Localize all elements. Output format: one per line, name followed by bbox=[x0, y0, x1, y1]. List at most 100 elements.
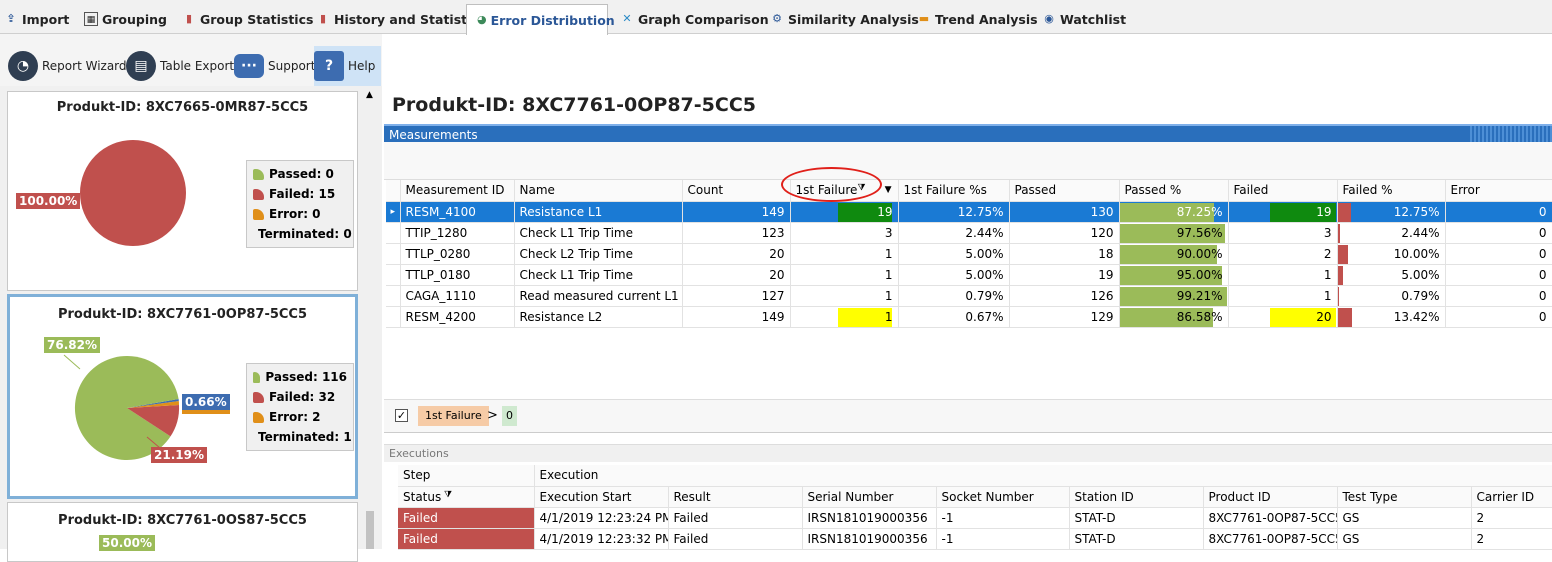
left-panel-scrollbar[interactable]: ▲ bbox=[362, 86, 380, 549]
toolbar: ◔ Report Wizard ▤ Table Export ··· Support … bbox=[0, 34, 382, 86]
row-indicator bbox=[386, 285, 401, 307]
col-count[interactable]: Count bbox=[682, 180, 791, 202]
table-row[interactable]: TTIP_1280 Check L1 Trip Time 123 3 2.44% 120 9… bbox=[386, 222, 1552, 244]
help-button[interactable]: ? Help bbox=[314, 46, 382, 86]
tab-graph-comparison[interactable]: ✕ Graph Comparison bbox=[620, 4, 768, 34]
error-distribution-icon: ◕ bbox=[477, 13, 487, 26]
table-row[interactable]: CAGA_1110 Read measured current L1 127 1 0.7… bbox=[386, 285, 1552, 307]
col-result[interactable]: Result bbox=[668, 486, 803, 508]
cell-first-failure-pct: 5.00% bbox=[898, 264, 1010, 286]
cell-passed: 126 bbox=[1009, 285, 1120, 307]
cell-first-failure: 1 bbox=[790, 264, 899, 286]
cell-execution-start: 4/1/2019 12:23:24 PM bbox=[534, 507, 669, 529]
col-socket-number[interactable]: Socket Number bbox=[936, 486, 1070, 508]
pie-legend: Passed: 0 Failed: 15 Error: 0 Terminated… bbox=[246, 160, 354, 248]
product-card[interactable]: Produkt-ID: 8XC7665-0MR87-5CC5 100.00% P… bbox=[7, 91, 358, 291]
cell-failed: 2 bbox=[1228, 243, 1338, 265]
table-row[interactable]: Failed 4/1/2019 12:23:32 PM Failed IRSN1810… bbox=[398, 528, 1552, 550]
cell-first-failure: 1 bbox=[790, 306, 899, 328]
col-measurement-id[interactable]: Measurement ID bbox=[400, 180, 515, 202]
cell-measurement-id: TTIP_1280 bbox=[400, 222, 515, 244]
sort-desc-icon[interactable]: ▼ bbox=[885, 185, 892, 195]
cell-name: Resistance L2 bbox=[514, 306, 683, 328]
tab-group-statistics[interactable]: ▮ Group Statistics bbox=[182, 4, 313, 34]
measurements-table: Measurement ID Name Count 1st Failure ⧩ ▼ … bbox=[386, 180, 1552, 328]
cell-test-type: GS bbox=[1337, 507, 1472, 529]
filter-operator[interactable]: > bbox=[485, 406, 500, 426]
legend-terminated: Terminated: 0 bbox=[258, 227, 352, 241]
failed-pct-bar bbox=[1337, 265, 1343, 284]
col-station-id[interactable]: Station ID bbox=[1069, 486, 1204, 508]
tab-trend-analysis[interactable]: ▬ Trend Analysis bbox=[917, 4, 1038, 34]
table-row[interactable]: TTLP_0280 Check L2 Trip Time 20 1 5.00% 18 90.… bbox=[386, 243, 1552, 265]
measurements-header: Measurements bbox=[384, 124, 1552, 142]
cell-first-failure-pct: 0.67% bbox=[898, 306, 1010, 328]
cell-passed-pct: 90.00% bbox=[1119, 243, 1229, 265]
col-status[interactable]: Status ⧩ bbox=[398, 486, 535, 508]
tab-history-and-statistics[interactable]: ▮ History and Statistics bbox=[316, 4, 486, 34]
product-card[interactable]: Produkt-ID: 8XC7761-0OS87-5CC5 50.00% bbox=[7, 502, 358, 562]
pie-label-failed: 100.00% bbox=[16, 193, 81, 209]
col-failed[interactable]: Failed bbox=[1228, 180, 1338, 202]
filter-value-chip[interactable]: 0 bbox=[502, 406, 517, 426]
table-row[interactable]: Failed 4/1/2019 12:23:24 PM Failed IRSN1810… bbox=[398, 507, 1552, 529]
report-wizard-button[interactable]: ◔ Report Wizard bbox=[8, 48, 127, 84]
cell-failed: 20 bbox=[1228, 306, 1338, 328]
group-step: Step bbox=[398, 465, 535, 487]
col-test-type[interactable]: Test Type bbox=[1337, 486, 1472, 508]
annotation-circle bbox=[781, 167, 882, 202]
cell-passed-pct: 97.56% bbox=[1119, 222, 1229, 244]
col-passed-pct[interactable]: Passed % bbox=[1119, 180, 1229, 202]
filter-icon[interactable]: ⧩ bbox=[444, 490, 452, 500]
group-statistics-icon: ▮ bbox=[185, 12, 193, 25]
filter-field-chip[interactable]: 1st Failure bbox=[418, 406, 489, 426]
table-row[interactable]: ▸ RESM_4100 Resistance L1 149 19 12.75% 130 87.… bbox=[386, 201, 1552, 223]
scroll-up-icon[interactable]: ▲ bbox=[366, 90, 373, 100]
group-execution: Execution bbox=[534, 465, 1552, 487]
tab-error-distribution[interactable]: ◕ Error Distribution bbox=[466, 4, 615, 35]
cell-failed-pct: 13.42% bbox=[1337, 306, 1446, 328]
group-panel bbox=[384, 142, 1552, 180]
cell-station-id: STAT-D bbox=[1069, 507, 1204, 529]
col-carrier-id[interactable]: Carrier ID bbox=[1471, 486, 1552, 508]
scroll-thumb[interactable] bbox=[366, 511, 374, 549]
support-button[interactable]: ··· Support bbox=[234, 48, 315, 84]
tab-similarity-analysis[interactable]: ⚙ Similarity Analysis bbox=[770, 4, 919, 34]
cell-error: 0 bbox=[1445, 264, 1552, 286]
card-title: Produkt-ID: 8XC7665-0MR87-5CC5 bbox=[56, 100, 309, 115]
col-execution-start[interactable]: Execution Start bbox=[534, 486, 669, 508]
cell-count: 149 bbox=[682, 201, 791, 223]
table-row[interactable]: TTLP_0180 Check L1 Trip Time 20 1 5.00% 19 95.… bbox=[386, 264, 1552, 286]
col-serial-number[interactable]: Serial Number bbox=[802, 486, 937, 508]
table-export-button[interactable]: ▤ Table Export bbox=[126, 48, 234, 84]
tab-watchlist[interactable]: ◉ Watchlist bbox=[1042, 4, 1126, 34]
cell-measurement-id: TTLP_0180 bbox=[400, 264, 515, 286]
product-card-selected[interactable]: Produkt-ID: 8XC7761-0OP87-5CC5 76.82% 21… bbox=[7, 294, 358, 499]
table-row[interactable]: RESM_4200 Resistance L2 149 1 0.67% 129 86.58%… bbox=[386, 306, 1552, 328]
col-name[interactable]: Name bbox=[514, 180, 683, 202]
cell-test-type: GS bbox=[1337, 528, 1472, 550]
cell-first-failure: 19 bbox=[790, 201, 899, 223]
filter-enabled-checkbox[interactable]: ✓ bbox=[395, 409, 408, 422]
col-failed-pct[interactable]: Failed % bbox=[1337, 180, 1446, 202]
legend-terminated: Terminated: 1 bbox=[258, 430, 352, 444]
cell-first-failure-pct: 0.79% bbox=[898, 285, 1010, 307]
cell-measurement-id: RESM_4100 bbox=[400, 201, 515, 223]
cell-measurement-id: TTLP_0280 bbox=[400, 243, 515, 265]
grouping-icon: ▦ bbox=[84, 12, 98, 26]
import-icon: ⇪ bbox=[6, 12, 16, 25]
tab-import[interactable]: ⇪ Import bbox=[4, 4, 69, 34]
cell-error: 0 bbox=[1445, 222, 1552, 244]
product-cards-panel: Produkt-ID: 8XC7665-0MR87-5CC5 100.00% P… bbox=[0, 86, 382, 562]
cell-first-failure: 1 bbox=[790, 243, 899, 265]
col-passed[interactable]: Passed bbox=[1009, 180, 1120, 202]
cell-count: 123 bbox=[682, 222, 791, 244]
row-indicator bbox=[386, 264, 401, 286]
col-error[interactable]: Error bbox=[1445, 180, 1552, 202]
table-export-icon: ▤ bbox=[126, 51, 156, 81]
col-product-id[interactable]: Product ID bbox=[1203, 486, 1338, 508]
tab-grouping[interactable]: ▦ Grouping bbox=[84, 4, 167, 34]
col-first-failure-pct[interactable]: 1st Failure %s bbox=[898, 180, 1010, 202]
pie-label-terminated: 0.66% bbox=[182, 394, 230, 414]
cell-name: Read measured current L1 bbox=[514, 285, 683, 307]
